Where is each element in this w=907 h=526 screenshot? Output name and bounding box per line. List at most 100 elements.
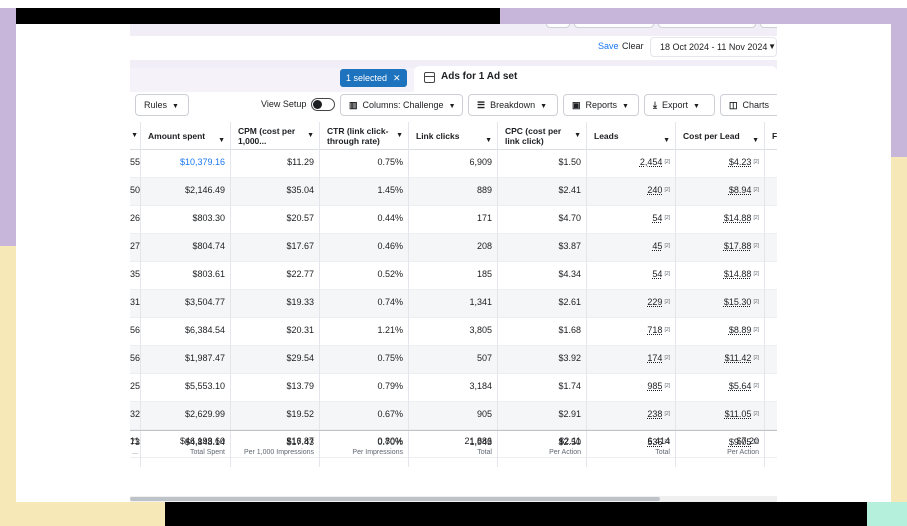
table-cell-amount: $803.30 [141, 206, 231, 234]
sort-caret-icon[interactable]: ▼ [218, 131, 225, 151]
info-superscript-icon[interactable]: [2] [753, 383, 759, 389]
table-row[interactable]: 50 $2,146.49 $35.04 1.45% 889 $2.41 240 [2] $8.9… [130, 178, 777, 206]
column-header-cpm[interactable]: CPM (cost per 1,000... ▼ [231, 122, 320, 150]
info-superscript-icon[interactable]: [2] [753, 299, 759, 305]
table-cell-leads[interactable]: 238 [2] [587, 402, 676, 430]
column-header-truncated-right[interactable]: F [765, 122, 777, 150]
sort-caret-icon[interactable]: ▼ [307, 131, 314, 141]
table-row[interactable]: 25 $5,553.10 $13.79 0.79% 3,184 $1.74 985 [2] $5… [130, 374, 777, 402]
sort-caret-icon[interactable]: ▼ [574, 131, 581, 141]
column-header-amount-spent[interactable]: Amount spent ▼ [141, 122, 231, 150]
table-cell-leads[interactable]: 174 [2] [587, 346, 676, 374]
scrollbar-thumb[interactable] [130, 497, 660, 501]
table-cell-leads[interactable]: 54 [2] [587, 206, 676, 234]
table-cell-cpl[interactable]: $11.42 [2] [676, 346, 765, 374]
cell-value: 0.74% [377, 297, 403, 307]
reports-button[interactable]: ▣ Reports ▼ [563, 94, 639, 116]
cell-value: $2.41 [558, 185, 581, 195]
selection-chip[interactable]: 1 selected ✕ [340, 69, 407, 87]
table-row[interactable]: 26 $803.30 $20.57 0.44% 171 $4.70 54 [2] $14.88[… [130, 206, 777, 234]
table-row[interactable]: 55 $10,379.16 $11.29 0.75% 6,909 $1.50 2,454 [2… [130, 150, 777, 178]
info-superscript-icon[interactable]: [2] [664, 327, 670, 333]
cell-value: 3,184 [469, 381, 492, 391]
table-cell-cpl[interactable]: $15.30 [2] [676, 290, 765, 318]
totals-caption: ... [132, 449, 138, 456]
info-superscript-icon[interactable]: [2] [753, 159, 759, 165]
info-superscript-icon[interactable]: [2] [664, 271, 670, 277]
table-cell-ctr: 0.75% [320, 150, 409, 178]
info-superscript-icon[interactable]: [2] [664, 383, 670, 389]
info-superscript-icon[interactable]: [2] [753, 187, 759, 193]
table-cell-cpl[interactable]: $8.89 [2] [676, 318, 765, 346]
table-row[interactable]: 56 $1,987.47 $29.54 0.75% 507 $3.92 174 [2] $11.… [130, 346, 777, 374]
rules-button[interactable]: Rules ▼ [135, 94, 189, 116]
table-cell-cpl[interactable]: $14.88 [2] [676, 262, 765, 290]
table-cell-cpl[interactable]: $14.88 [2] [676, 206, 765, 234]
export-button[interactable]: ⤓ Export ▼ [644, 94, 715, 116]
table-row[interactable]: 32 $2,629.99 $19.52 0.67% 905 $2.91 238 [2] $11.… [130, 402, 777, 430]
table-cell-cpm: $22.77 [231, 262, 320, 290]
table-cell-leads[interactable]: 45 [2] [587, 234, 676, 262]
table-cell-cpl[interactable]: $11.05 [2] [676, 402, 765, 430]
sort-caret-icon[interactable]: ▼ [752, 131, 759, 151]
sort-caret-icon[interactable]: ▼ [131, 131, 138, 141]
info-superscript-icon[interactable]: [2] [753, 327, 759, 333]
column-header-cost-per-lead[interactable]: Cost per Lead ▼ [676, 122, 765, 150]
horizontal-scrollbar[interactable] [130, 496, 777, 502]
table-cell-leads[interactable]: 229 [2] [587, 290, 676, 318]
table-totals-row: 11... $46,193.60 Total Spent $16.87 Per 1,… [130, 430, 777, 467]
top-control-1[interactable] [546, 24, 570, 28]
info-superscript-icon[interactable]: [2] [753, 215, 759, 221]
table-cell-amount[interactable]: $10,379.16 [141, 150, 231, 178]
table-row[interactable]: 56 $6,384.54 $20.31 1.21% 3,805 $1.68 718 [2] $8… [130, 318, 777, 346]
info-superscript-icon[interactable]: [2] [753, 243, 759, 249]
close-icon[interactable]: ✕ [393, 73, 401, 83]
sort-caret-icon[interactable]: ▼ [485, 131, 492, 151]
table-cell-leads[interactable]: 54 [2] [587, 262, 676, 290]
table-cell-cpl[interactable]: $5.64 [2] [676, 374, 765, 402]
table-cell-cpm: $11.29 [231, 150, 320, 178]
top-control-3[interactable] [658, 24, 756, 28]
info-superscript-icon[interactable]: [2] [664, 159, 670, 165]
columns-button[interactable]: ▥ Columns: Challenge ▼ [340, 94, 463, 116]
table-cell-leads[interactable]: 985 [2] [587, 374, 676, 402]
save-link[interactable]: Save [598, 41, 619, 51]
table-cell-cpl[interactable]: $17.88 [2] [676, 234, 765, 262]
table-cell-leads[interactable]: 718 [2] [587, 318, 676, 346]
tab-ads[interactable]: Ads for 1 Ad set [414, 66, 777, 92]
sort-caret-icon[interactable]: ▼ [396, 131, 403, 141]
top-control-2[interactable] [574, 24, 654, 28]
sort-caret-icon[interactable]: ▼ [663, 131, 670, 151]
info-superscript-icon[interactable]: [2] [664, 187, 670, 193]
table-cell-cpl[interactable]: $8.94 [2] [676, 178, 765, 206]
table-row[interactable]: 35 $803.61 $22.77 0.52% 185 $4.34 54 [2] $14.88[… [130, 262, 777, 290]
column-header-link-clicks[interactable]: Link clicks ▼ [409, 122, 498, 150]
table-cell-clicks: 1,341 [409, 290, 498, 318]
table-cell-cpl[interactable]: $4.23 [2] [676, 150, 765, 178]
cell-value: 0.46% [377, 241, 403, 251]
top-control-4[interactable] [760, 24, 777, 28]
table-cell-leads[interactable]: 240 [2] [587, 178, 676, 206]
column-header-cpc[interactable]: CPC (cost per link click) ▼ [498, 122, 587, 150]
frame-bar-right-yellow [891, 157, 907, 526]
info-superscript-icon[interactable]: [2] [664, 215, 670, 221]
clear-link[interactable]: Clear [622, 41, 644, 51]
info-superscript-icon[interactable]: [2] [664, 299, 670, 305]
breakdown-button[interactable]: ☰ Breakdown ▼ [468, 94, 558, 116]
table-row[interactable]: 27 $804.74 $17.67 0.46% 208 $3.87 45 [2] $17.88[… [130, 234, 777, 262]
info-superscript-icon[interactable]: [2] [753, 271, 759, 277]
info-superscript-icon[interactable]: [2] [753, 355, 759, 361]
info-superscript-icon[interactable]: [2] [664, 355, 670, 361]
totals-cell-cpc: $2.11 Per Action [498, 431, 587, 467]
info-superscript-icon[interactable]: [2] [753, 411, 759, 417]
column-header-ctr[interactable]: CTR (link click-through rate) ▼ [320, 122, 409, 150]
column-header-leads[interactable]: Leads ▼ [587, 122, 676, 150]
table-cell-leads[interactable]: 2,454 [2] [587, 150, 676, 178]
table-row[interactable]: 31 $3,504.77 $19.33 0.74% 1,341 $2.61 229 [2] $1… [130, 290, 777, 318]
charts-button[interactable]: ◫ Charts [720, 94, 777, 116]
info-superscript-icon[interactable]: [2] [664, 243, 670, 249]
view-setup-toggle[interactable] [311, 98, 335, 111]
date-range-picker[interactable]: 18 Oct 2024 - 11 Nov 2024 ▼ [650, 37, 777, 57]
column-header-truncated[interactable]: ▼ [130, 122, 141, 150]
info-superscript-icon[interactable]: [2] [664, 411, 670, 417]
